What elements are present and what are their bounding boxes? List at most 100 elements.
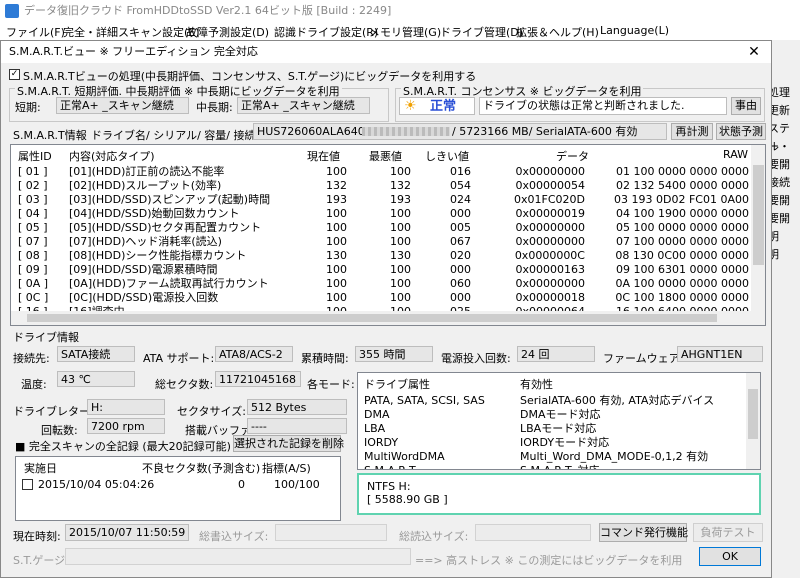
menu-scan-settings[interactable]: 完全・詳細スキャン設定(E) [63,24,200,40]
attr-row-name: DMA [364,408,390,421]
short-term-value: 正常A+ _スキャン継続 [56,97,189,114]
smart-cell: [0C](HDD/SSD)電源投入回数 [69,291,219,304]
background-side-text: 処理 更新 ステル ー・ 要開 接続 要開 要開 明 明 [768,84,800,284]
predict-button[interactable]: 状態予測 [716,123,766,140]
st-gauge-note: ==> 高ストレス ※ この測定にはビッグデータを利用 [415,554,683,567]
menu-bar: ファイル(F) 完全・詳細スキャン設定(E) 故障予測設定(D) 認識ドライブ設… [0,22,800,40]
menu-memory[interactable]: メモリ管理(G) [369,24,441,40]
hscroll-thumb[interactable] [27,314,717,322]
drive-identity-field: HUS726060ALA640 / / 5723166 MB/ SerialAT… [253,123,667,140]
recalc-button[interactable]: 再計測 [671,123,713,140]
menu-language[interactable]: Language(L) [600,24,669,37]
smart-cell: 193 [326,193,347,206]
app-icon [5,4,19,18]
menu-drive-recognition[interactable]: 認識ドライブ設定(R) [274,24,378,40]
attr-scrollbar[interactable] [746,373,760,469]
smart-cell: 0x00000054 [515,179,586,192]
side-text: 明 [768,248,779,261]
smart-view-dialog: S.M.A.R.T.ビュー ※ フリーエディション 完全対応 ✕ ✓ S.M.A… [0,40,772,578]
smart-table-scrollbar[interactable] [751,145,765,325]
smart-cell: 016 [450,165,471,178]
bigdata-checkbox-label: S.M.A.R.Tビューの処理(中長期評価、コンセンサス、S.T.ゲージ)にビッ… [23,70,477,83]
smart-cell: [ 07 ] [18,235,48,248]
smart-cell: 193 [390,193,411,206]
total-read-value [475,524,591,541]
attr-row-validity: S.M.A.R.T. 対応 [520,463,599,469]
menu-extension-help[interactable]: 拡張＆ヘルプ(H) [516,24,599,40]
smart-row[interactable]: [ 09 ] [09](HDD/SSD)電源累積時間 100 100 000 0x0000… [11,263,751,277]
attr-row-name: MultiWordDMA [364,450,445,463]
attr-header-name[interactable]: ドライブ属性 [364,377,430,392]
side-text: ステル [768,122,790,153]
smart-row[interactable]: [ 05 ] [05](HDD/SSD)セクタ再配置カウント 100 100 005 0x… [11,221,751,235]
history-row[interactable]: 2015/10/04 05:04:26 0 100/100 [16,477,340,493]
scan-history-list[interactable]: 実施日 不良セクタ数(予測含む) 指標(A/S) 2015/10/04 05:0… [15,456,341,521]
total-write-value [275,524,387,541]
bigdata-checkbox[interactable]: ✓ [9,69,20,80]
smart-cell: [03](HDD/SSD)スピンアップ(起動)時間 [69,193,271,206]
hist-header-bad-sectors[interactable]: 不良セクタ数(予測含む) [142,460,260,476]
smart-cell: 0x0000000C [514,249,585,262]
smart-cell: 100 [390,165,411,178]
col-header-worst[interactable]: 最悪値 [369,148,402,164]
drive-info-line-label: ドライブ名/ シリアル/ 容量/ 接続: [91,129,260,142]
history-row-checkbox[interactable] [22,479,33,490]
col-header-current[interactable]: 現在値 [307,148,340,164]
smart-cell: [02](HDD)スループット(効率) [69,179,222,192]
hist-header-index[interactable]: 指標(A/S) [262,460,311,476]
scroll-thumb[interactable] [753,165,764,265]
smart-row[interactable]: [ 04 ] [04](HDD/SSD)始動回数カウント 100 100 000 0x00… [11,207,751,221]
long-term-value: 正常A+ _スキャン継続 [237,97,370,114]
load-test-button[interactable]: 負荷テスト [693,523,763,542]
attr-row-name: LBA [364,422,386,435]
volume-line1: NTFS H: [367,480,411,493]
col-header-data[interactable]: データ [556,148,589,164]
col-header-threshold[interactable]: しきい値 [425,148,469,164]
close-icon[interactable]: ✕ [745,43,763,61]
delete-record-button[interactable]: 選択された記録を削除 [233,435,344,452]
col-header-content[interactable]: 内容(対応タイプ) [69,148,155,164]
smart-row[interactable]: [ 03 ] [03](HDD/SSD)スピンアップ(起動)時間 193 193 024… [11,193,751,207]
drive-attribute-list[interactable]: ドライブ属性 有効性 PATA, SATA, SCSI, SAS SerialAT… [357,372,761,470]
attr-header-validity[interactable]: 有効性 [520,377,553,392]
drive-capacity-connection: / 5723166 MB/ SerialATA-600 有効 [452,125,638,138]
smart-row[interactable]: [ 07 ] [07](HDD)ヘッド消耗率(読込) 100 100 067 0x0000… [11,235,751,249]
drive-model: HUS726060ALA640 / [257,125,372,138]
smart-cell: 100 [326,207,347,220]
smart-cell: 100 [390,291,411,304]
ok-button[interactable]: OK [699,547,761,566]
col-header-id[interactable]: 属性ID [18,148,52,164]
smart-cell: 020 [450,249,471,262]
menu-failure-prediction[interactable]: 故障予測設定(D) [186,24,269,40]
buffer-value: ---- [247,418,347,434]
ata-support-label: ATA サポート: [143,352,215,365]
command-button[interactable]: コマンド発行機能 [599,523,688,542]
smart-cell: 100 [390,207,411,220]
hist-header-date[interactable]: 実施日 [24,460,57,476]
menu-drive-management[interactable]: ドライブ管理(D) [440,24,523,40]
attr-scroll-thumb[interactable] [748,389,758,439]
menu-file[interactable]: ファイル(F) [6,24,65,40]
col-header-raw[interactable]: RAW [723,148,748,161]
smart-row[interactable]: [ 0A ] [0A](HDD)ファーム読取再試行カウント 100 100 060 0x0… [11,277,751,291]
smart-row[interactable]: [ 08 ] [08](HDD)シーク性能指標カウント 130 130 020 0x000… [11,249,751,263]
st-gauge-label: S.T.ゲージ: [13,554,69,567]
short-term-label: 短期: [15,101,41,114]
total-sectors-value: 11721045168 [215,371,301,387]
sector-size-label: セクタサイズ: [177,405,246,418]
reason-button[interactable]: 事由 [731,97,761,115]
smart-row[interactable]: [ 02 ] [02](HDD)スループット(効率) 132 132 054 0x0000… [11,179,751,193]
side-text: 更新 [768,104,790,117]
smart-attribute-table[interactable]: 属性ID 内容(対応タイプ) 現在値 最悪値 しきい値 データ RAW [ 01… [10,144,766,326]
rpm-value: 7200 rpm [87,418,165,434]
smart-cell: 132 [390,179,411,192]
smart-row[interactable]: [ 01 ] [01](HDD)訂正前の読込不能率 100 100 016 0x00000… [11,165,751,179]
smart-table-hscrollbar[interactable] [11,311,751,325]
smart-cell: [ 08 ] [18,249,48,262]
smart-row[interactable]: [ 0C ] [0C](HDD/SSD)電源投入回数 100 100 000 0x0000… [11,291,751,305]
smart-cell: 0A 100 0000 0000 0000 [615,277,750,290]
smart-cell: [ 05 ] [18,221,48,234]
firmware-value: AHGNT1EN [677,346,763,362]
consensus-status: 正常 [430,99,457,114]
temperature-value: 43 ℃ [57,371,135,387]
